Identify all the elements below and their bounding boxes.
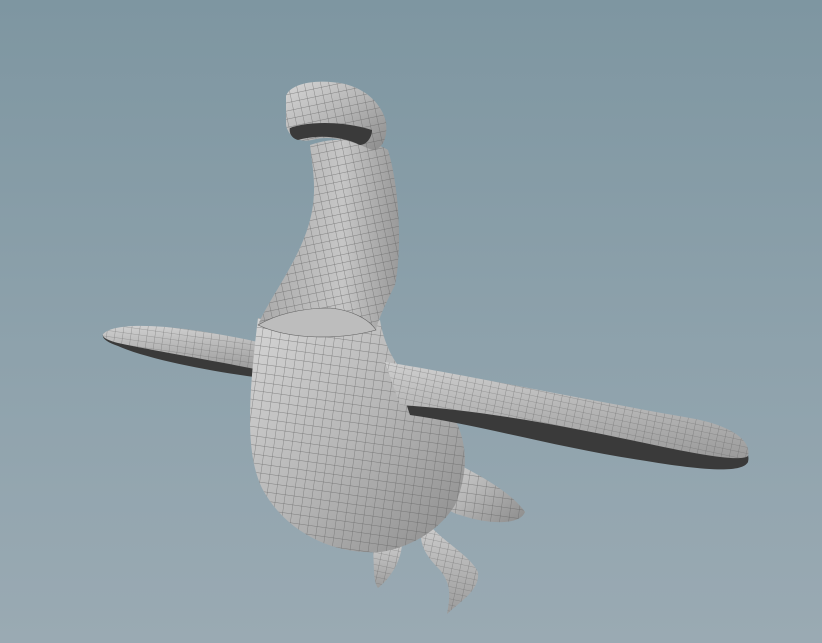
torso[interactable]	[249, 318, 465, 553]
left-flipper[interactable]	[102, 325, 263, 378]
rear-right-flipper[interactable]	[420, 520, 479, 614]
neck[interactable]	[257, 139, 400, 338]
model-canvas[interactable]	[0, 0, 822, 643]
3d-viewport[interactable]	[0, 0, 822, 643]
head[interactable]	[286, 81, 387, 150]
